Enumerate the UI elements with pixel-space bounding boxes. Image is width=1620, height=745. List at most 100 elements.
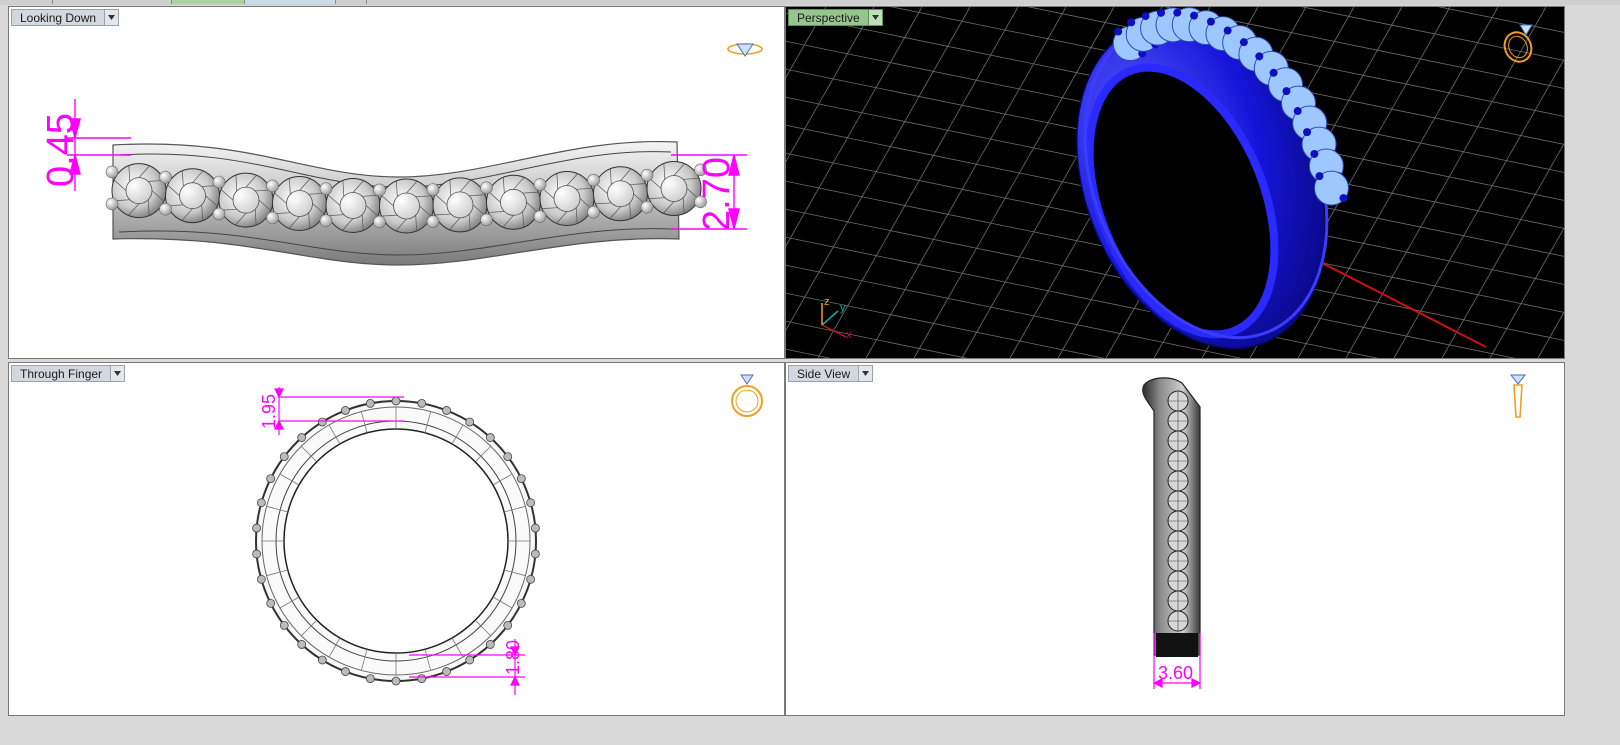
viewport-menu-arrow-icon[interactable] <box>105 9 120 26</box>
gem <box>1167 390 1189 412</box>
bead <box>516 474 526 483</box>
gem <box>379 178 434 234</box>
prong <box>480 213 493 227</box>
axis-z-label: z <box>824 296 830 308</box>
bead <box>279 620 289 630</box>
tab-4[interactable] <box>245 0 336 4</box>
bead <box>526 574 536 584</box>
bead <box>297 433 307 442</box>
viewport-title-label: Through Finger <box>11 365 112 382</box>
dimension-label-1-80: 1.80 <box>503 640 523 675</box>
ring-front-nav-icon[interactable] <box>729 371 765 421</box>
tab-1[interactable] <box>0 0 53 4</box>
gem <box>1167 590 1189 612</box>
bead <box>503 452 513 462</box>
bead <box>317 417 327 427</box>
bead <box>417 398 427 408</box>
axis-indicator: z y x <box>821 296 852 341</box>
prong <box>105 165 119 179</box>
bead <box>256 498 266 508</box>
bead <box>442 406 451 415</box>
perspective-scene: z y x <box>786 7 1564 358</box>
prong <box>587 205 600 219</box>
viewport-looking-down[interactable]: Looking Down 0.45 2.70 <box>8 6 785 359</box>
gem <box>432 177 488 233</box>
prong <box>266 211 279 225</box>
bead <box>465 655 475 665</box>
tab-3[interactable] <box>172 0 245 4</box>
bead <box>365 674 375 684</box>
dimension-label-3-60: 3.60 <box>1158 663 1193 683</box>
ring-model-front <box>252 396 540 686</box>
bead <box>341 667 350 676</box>
gem <box>1167 610 1189 632</box>
tab-2[interactable] <box>53 0 172 4</box>
ring-side-nav-icon[interactable] <box>1506 371 1530 423</box>
bead <box>526 498 536 508</box>
bead <box>279 452 289 462</box>
bead <box>341 406 350 415</box>
viewport-title-looking-down[interactable]: Looking Down <box>11 9 120 26</box>
prong <box>212 175 226 189</box>
prong <box>373 183 386 197</box>
ring-perspective-nav-icon[interactable] <box>1498 21 1538 65</box>
gem <box>1167 510 1189 532</box>
prong <box>266 179 279 193</box>
prong <box>533 210 547 223</box>
gem <box>539 170 595 226</box>
gem <box>1167 570 1189 592</box>
prong <box>533 178 547 191</box>
bead <box>252 549 261 559</box>
prong <box>159 170 172 184</box>
bead <box>531 549 540 559</box>
viewport-title-side-view[interactable]: Side View <box>788 365 874 382</box>
bead <box>256 574 266 584</box>
bead <box>297 640 307 649</box>
prong <box>159 202 172 216</box>
viewport-side-view[interactable]: Side View 3.60 <box>785 362 1565 716</box>
bead <box>485 640 495 649</box>
prong <box>587 173 600 187</box>
bead <box>266 474 276 483</box>
bead <box>417 674 427 684</box>
axis-x-label: x <box>846 329 852 341</box>
viewport-menu-arrow-icon[interactable] <box>859 365 874 382</box>
bead <box>442 667 451 676</box>
prong <box>319 214 333 227</box>
bead <box>531 523 540 533</box>
viewport-title-through-finger[interactable]: Through Finger <box>11 365 126 382</box>
dimension-label-0-45: 0.45 <box>40 113 82 187</box>
viewport-title-label: Looking Down <box>11 9 106 26</box>
gem <box>593 166 648 222</box>
bead <box>516 599 526 608</box>
prong <box>373 215 386 229</box>
prong <box>640 168 654 182</box>
bead <box>391 676 401 686</box>
prong <box>426 183 440 196</box>
gem <box>486 174 541 230</box>
gem <box>272 175 327 231</box>
prong <box>319 182 333 195</box>
bead <box>503 620 513 630</box>
bead <box>266 599 276 608</box>
ring-top-nav-icon[interactable] <box>725 37 765 59</box>
bead <box>391 396 401 406</box>
dimension-label-1-95: 1.95 <box>259 394 279 429</box>
viewport-perspective[interactable]: Perspective z y x <box>785 6 1565 359</box>
viewport-menu-arrow-icon[interactable] <box>111 365 126 382</box>
gem <box>1167 550 1189 572</box>
viewport-title-perspective[interactable]: Perspective <box>788 9 883 26</box>
gem <box>1167 450 1189 472</box>
tab-5[interactable] <box>336 0 367 4</box>
viewport-menu-arrow-icon[interactable] <box>868 9 883 26</box>
gem <box>1167 530 1189 552</box>
bead <box>317 655 327 665</box>
viewport-title-label: Side View <box>788 365 860 382</box>
bead <box>365 398 375 408</box>
top-view-scene: 0.45 2.70 <box>40 99 747 266</box>
prong <box>480 181 493 195</box>
gem <box>325 177 381 233</box>
viewport-title-label: Perspective <box>788 9 869 26</box>
dimension-label-2-70: 2.70 <box>696 157 738 231</box>
viewport-through-finger[interactable]: Through Finger 1.95 1.80 <box>8 362 785 716</box>
